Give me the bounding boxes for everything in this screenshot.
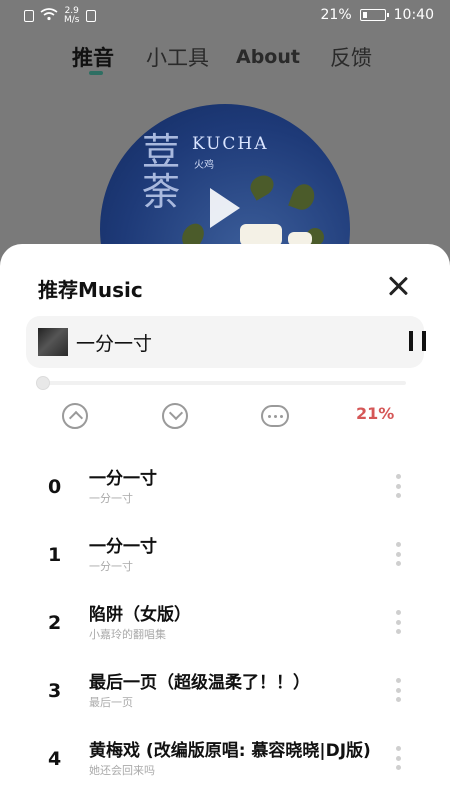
leaf-decoration <box>288 181 318 213</box>
song-title: 最后一页（超级温柔了！！） <box>89 673 310 693</box>
status-bar: 2.9 M/s 21% 10:40 <box>0 0 450 32</box>
flower-decoration <box>240 224 282 246</box>
screenshot-icon <box>85 10 96 22</box>
leaf-decoration <box>246 171 278 201</box>
tab-feedback[interactable]: 反馈 <box>330 42 372 72</box>
song-row[interactable]: 3 最后一页（超级温柔了！！） 最后一页 <box>0 658 450 724</box>
chat-icon <box>261 405 289 427</box>
album-brand: KUCHA <box>192 134 269 154</box>
comment-button[interactable] <box>261 405 289 431</box>
clock: 10:40 <box>393 7 434 23</box>
song-title: 一分一寸 <box>89 469 157 489</box>
more-options-icon[interactable] <box>395 678 401 702</box>
song-index: 0 <box>48 476 62 498</box>
next-button[interactable] <box>162 403 188 429</box>
song-row[interactable]: 0 一分一寸 一分一寸 <box>0 454 450 520</box>
pause-icon[interactable] <box>408 331 428 351</box>
play-icon[interactable] <box>210 188 240 228</box>
now-playing-thumbnail <box>38 328 68 356</box>
song-index: 4 <box>48 748 62 770</box>
song-index: 1 <box>48 544 62 566</box>
volume-percent[interactable]: 21% <box>356 404 394 423</box>
chevron-down-icon <box>162 403 188 429</box>
more-options-icon[interactable] <box>395 610 401 634</box>
battery-fill <box>362 12 367 18</box>
song-title: 黄梅戏 (改编版原唱: 慕容晓晓|DJ版) <box>89 741 371 761</box>
previous-button[interactable] <box>62 403 88 429</box>
song-artist: 一分一寸 <box>89 492 133 505</box>
sim-icon <box>24 10 34 22</box>
album-subtitle: 火鸡 <box>194 160 214 171</box>
tab-tools[interactable]: 小工具 <box>146 42 209 72</box>
now-playing-title: 一分一寸 <box>76 333 153 355</box>
tab-indicator <box>89 71 103 75</box>
tab-recommend[interactable]: 推音 <box>72 42 114 72</box>
wifi-icon <box>40 7 58 25</box>
song-row[interactable]: 1 一分一寸 一分一寸 <box>0 522 450 588</box>
song-index: 3 <box>48 680 62 702</box>
progress-bar[interactable] <box>36 376 406 390</box>
song-artist: 最后一页 <box>89 696 133 709</box>
close-icon[interactable] <box>388 276 408 296</box>
sheet-title: 推荐Music <box>38 278 143 302</box>
top-tabs: 推音 小工具 About 反馈 <box>0 40 450 80</box>
song-artist: 一分一寸 <box>89 560 133 573</box>
song-row[interactable]: 4 黄梅戏 (改编版原唱: 慕容晓晓|DJ版) 她还会回来吗 <box>0 726 450 792</box>
battery-icon <box>359 9 389 21</box>
song-title: 陷阱（女版） <box>89 605 191 625</box>
more-options-icon[interactable] <box>395 474 401 498</box>
more-options-icon[interactable] <box>395 746 401 770</box>
chevron-up-icon <box>62 403 88 429</box>
song-index: 2 <box>48 612 62 634</box>
song-artist: 她还会回来吗 <box>89 764 155 777</box>
battery-percent: 21% <box>320 7 352 23</box>
now-playing-bar[interactable]: 一分一寸 <box>26 316 426 368</box>
tab-about[interactable]: About <box>236 46 300 68</box>
playlist-sheet: 推荐Music 一分一寸 21% 0 一分一寸 一分一寸 1 一分一寸 一分一寸 2 陷阱（女… <box>0 244 450 800</box>
progress-knob[interactable] <box>36 376 50 390</box>
network-speed: 2.9 M/s <box>64 6 80 25</box>
song-row[interactable]: 2 陷阱（女版） 小嘉玲的翻唱集 <box>0 590 450 656</box>
more-options-icon[interactable] <box>395 542 401 566</box>
song-artist: 小嘉玲的翻唱集 <box>89 628 166 641</box>
album-big-text: 荳荼 <box>142 130 181 214</box>
song-title: 一分一寸 <box>89 537 157 557</box>
